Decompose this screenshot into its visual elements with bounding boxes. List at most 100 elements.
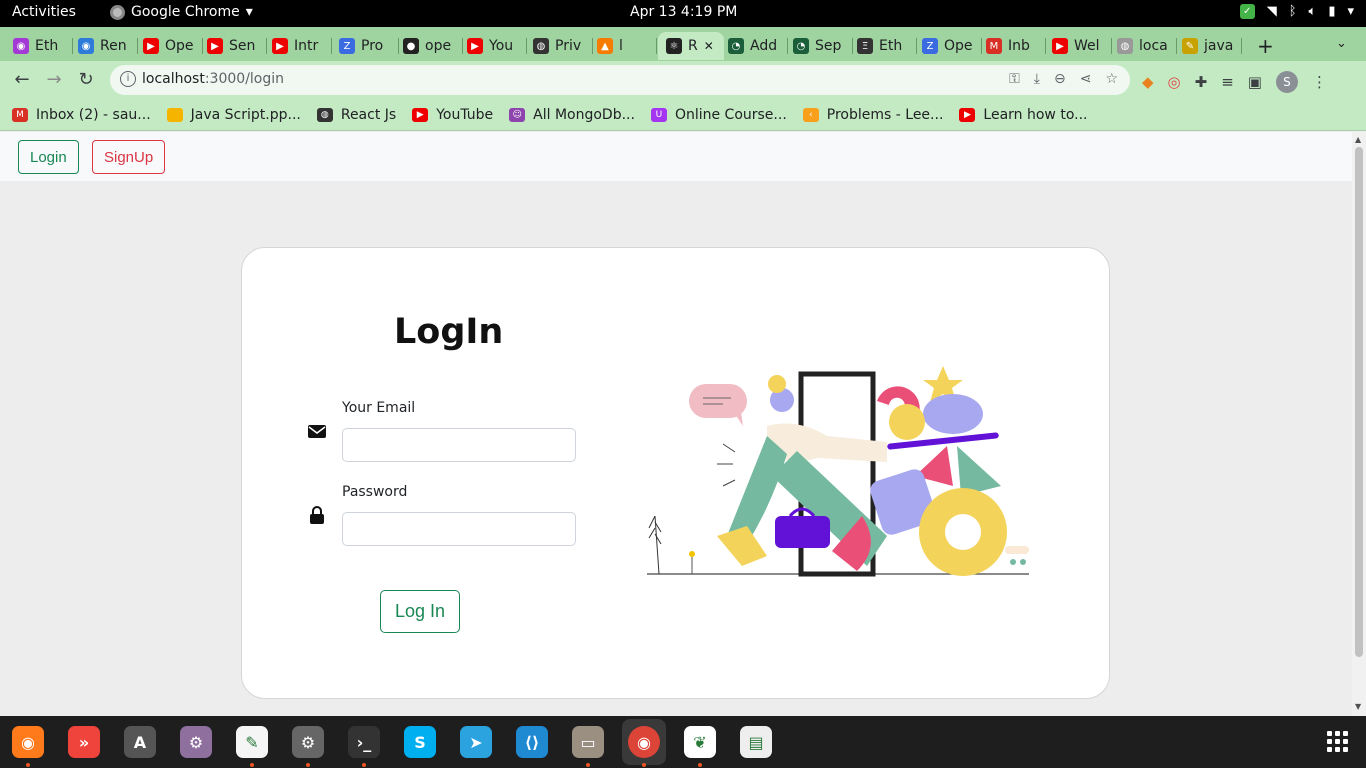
wifi-icon[interactable]: ◥ [1267, 4, 1277, 19]
browser-tab[interactable]: M Inb [986, 33, 1046, 59]
bookmark-item[interactable]: U Online Course... [650, 107, 787, 123]
reload-icon[interactable]: ↻ [74, 68, 98, 92]
mongodb-compass-icon[interactable]: ❦ [684, 726, 716, 758]
side-panel-icon[interactable]: ▣ [1248, 73, 1262, 91]
app-menu[interactable]: Google Chrome ▾ [110, 4, 253, 20]
tab-search-chevron-icon[interactable]: ⌄ [1336, 36, 1347, 51]
chrome-icon[interactable]: ◉ [622, 719, 666, 765]
browser-tab[interactable]: ◉ Ren [78, 33, 138, 59]
browser-tab[interactable]: ◔ Add [728, 33, 788, 59]
password-field[interactable] [342, 512, 576, 546]
bookmark-item[interactable]: ☺ All MongoDb... [509, 107, 635, 123]
browser-tab[interactable]: Z Ope [922, 33, 982, 59]
tab-label: Sep [815, 38, 842, 54]
browser-tab[interactable]: ▶ Wel [1052, 33, 1112, 59]
volume-icon[interactable]: 🔈︎ [1309, 4, 1317, 19]
profile-avatar[interactable]: S [1275, 71, 1298, 93]
browser-tab[interactable]: ◔ Sep [793, 33, 853, 59]
tweaks-icon[interactable]: ⚙ [180, 726, 212, 758]
activities-button[interactable]: Activities [12, 4, 76, 20]
browser-tab[interactable]: ◍ loca [1117, 33, 1177, 59]
anydesk-icon[interactable]: » [68, 726, 100, 758]
shield-icon[interactable]: ✓ [1239, 4, 1255, 19]
tab-label: Intr [294, 38, 319, 54]
zoho-icon: Z [339, 38, 355, 54]
browser-tab[interactable]: Z Pro [339, 33, 399, 59]
scroll-down-arrow-icon[interactable]: ▼ [1355, 702, 1361, 711]
zoom-out-icon[interactable]: ⊖ [1054, 71, 1066, 87]
bookmark-star-icon[interactable]: ☆ [1105, 71, 1118, 87]
key-icon[interactable]: ⚿ [1009, 71, 1020, 87]
browser-tab[interactable]: ▶ Ope [143, 33, 203, 59]
bookmark-item[interactable]: ▶ YouTube [412, 107, 493, 123]
browser-tab[interactable]: Ξ Eth [857, 33, 917, 59]
forward-arrow-icon[interactable]: → [42, 68, 66, 92]
back-arrow-icon[interactable]: ← [10, 68, 34, 92]
system-tray[interactable]: ✓ ◥ ᛒ 🔈︎ ▮ ▾ [1239, 4, 1354, 19]
url-text[interactable]: localhost:3000/login [142, 71, 284, 87]
bookmark-item[interactable]: Java Script.pp... [166, 107, 301, 123]
files-icon[interactable]: ▭ [572, 726, 604, 758]
metamask-icon[interactable]: ◆ [1142, 73, 1154, 91]
browser-tab[interactable]: ▶ Intr [272, 33, 332, 59]
software-updater-icon[interactable]: A [124, 726, 156, 758]
page-scrollbar[interactable]: ▲ ▼ [1352, 132, 1366, 716]
bookmark-item[interactable]: ‹ Problems - Lee... [802, 107, 943, 123]
text-editor-icon[interactable]: ✎ [236, 726, 268, 758]
login-submit-button[interactable]: Log In [380, 590, 460, 633]
bookmark-item[interactable]: ◍ React Js [316, 107, 396, 123]
terminal-icon[interactable]: ›_ [348, 726, 380, 758]
gmail-icon: M [986, 38, 1002, 54]
browser-tab[interactable]: ▶ Sen [207, 33, 267, 59]
show-applications-icon[interactable] [1327, 731, 1348, 752]
install-icon[interactable]: ⤓ [1034, 71, 1040, 87]
bookmark-item[interactable]: M Inbox (2) - sau... [12, 107, 151, 123]
clock[interactable]: Apr 13 4:19 PM [630, 4, 737, 20]
settings-icon[interactable]: ⚙ [292, 726, 324, 758]
power-menu-icon[interactable]: ▾ [1347, 4, 1354, 19]
bookmark-item[interactable]: ▶ Learn how to... [959, 107, 1087, 123]
battery-icon[interactable]: ▮ [1328, 4, 1335, 19]
screenshot-icon[interactable]: ▤ [740, 726, 772, 758]
scrollbar-thumb[interactable] [1355, 147, 1363, 657]
chart-icon: ◔ [728, 38, 744, 54]
share-icon[interactable]: ⋖ [1080, 71, 1092, 87]
password-label: Password [342, 484, 408, 500]
nav-login-button[interactable]: Login [18, 140, 79, 174]
tab-label: Ope [944, 38, 973, 54]
site-info-icon[interactable]: i [120, 71, 136, 87]
address-bar[interactable]: i localhost:3000/login ⚿ ⤓ ⊖ ⋖ ☆ [110, 65, 1130, 95]
browser-tab[interactable]: ◍ Priv [533, 33, 593, 59]
vscode-icon[interactable]: ⟨⟩ [516, 726, 548, 758]
avatar-icon: ☺ [509, 107, 526, 122]
tab-separator [72, 38, 73, 54]
browser-tab[interactable]: ▲ l [597, 33, 657, 59]
nav-signup-button[interactable]: SignUp [92, 140, 166, 174]
email-label: Your Email [342, 400, 416, 416]
tab-separator [1045, 38, 1046, 54]
email-field[interactable] [342, 428, 576, 462]
extensions-puzzle-icon[interactable]: ✚ [1195, 73, 1208, 91]
globe-icon: ◍ [316, 107, 333, 122]
tab-separator [1241, 38, 1242, 54]
media-queue-icon[interactable]: ≡ [1221, 73, 1234, 91]
browser-tab[interactable]: ◉ Eth [13, 33, 73, 59]
bluetooth-icon[interactable]: ᛒ [1289, 4, 1297, 19]
tab-separator [592, 38, 593, 54]
telegram-icon[interactable]: ➤ [460, 726, 492, 758]
opera-vpn-icon[interactable]: ◎ [1168, 73, 1181, 91]
browser-tab[interactable]: ⚛ R ✕ [658, 32, 724, 60]
scroll-up-arrow-icon[interactable]: ▲ [1355, 135, 1361, 144]
new-tab-button[interactable]: + [1257, 34, 1274, 58]
chrome-menu-icon[interactable]: ⋮ [1312, 73, 1327, 91]
tab-separator [331, 38, 332, 54]
tab-separator [526, 38, 527, 54]
bookmark-label: All MongoDb... [533, 106, 635, 123]
close-tab-icon[interactable]: ✕ [704, 39, 714, 53]
browser-tab[interactable]: ✎ java [1182, 33, 1242, 59]
tab-label: Eth [879, 38, 903, 54]
firefox-icon[interactable]: ◉ [12, 726, 44, 758]
browser-tab[interactable]: ▶ You [467, 33, 527, 59]
browser-tab[interactable]: ● ope [403, 33, 463, 59]
skype-icon[interactable]: S [404, 726, 436, 758]
